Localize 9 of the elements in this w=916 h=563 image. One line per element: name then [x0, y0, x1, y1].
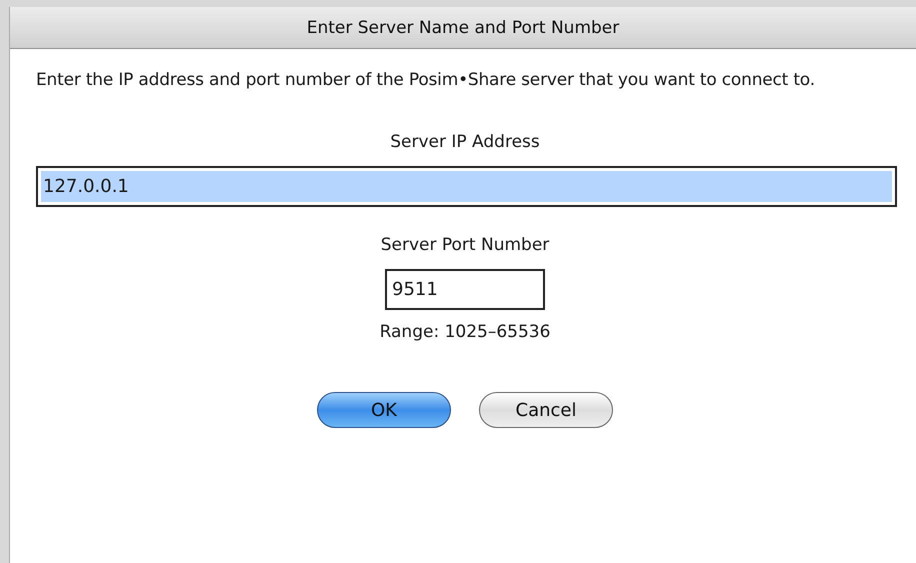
field-label: Server IP Address	[390, 132, 540, 152]
input-field[interactable]: 127.0.0.1	[36, 166, 897, 207]
field-label: Server Port Number	[380, 235, 550, 255]
input-field[interactable]: 9511	[385, 269, 545, 310]
instruction-text: Enter the IP address and port number of the Posim•Share server that you want to connect to.	[36, 69, 816, 92]
cancel-button[interactable]: Cancel	[479, 392, 613, 428]
ok-button[interactable]: OK	[317, 392, 451, 428]
range-hint: Range: 1025–65536	[380, 322, 550, 342]
window-title: Enter Server Name and Port Number	[10, 7, 916, 49]
